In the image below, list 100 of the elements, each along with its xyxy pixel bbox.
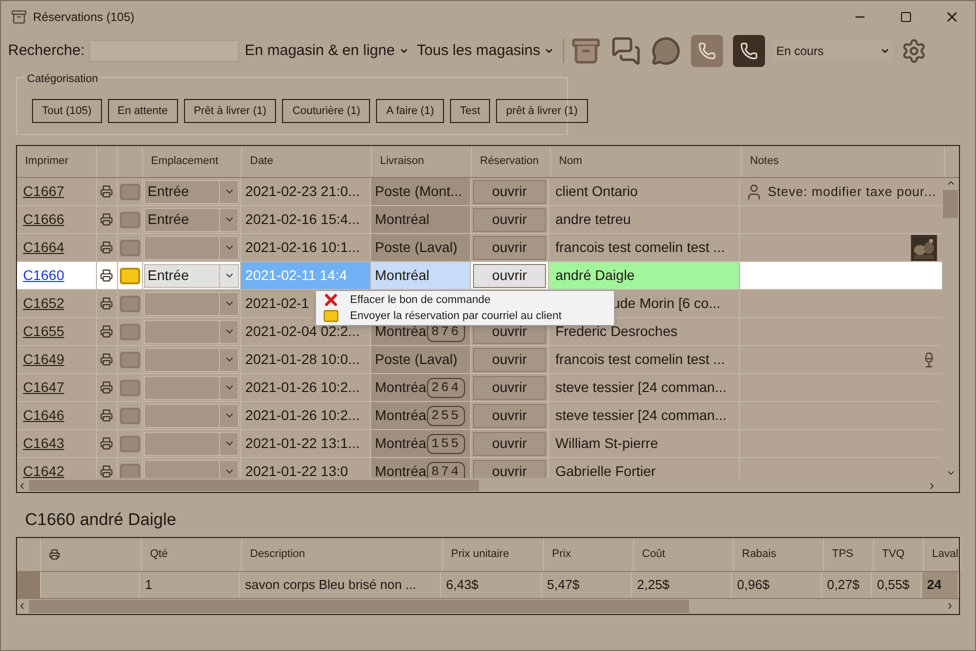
open-button[interactable]: ouvrir <box>472 460 546 478</box>
location-dropdown[interactable]: Entrée <box>144 208 240 232</box>
open-button[interactable]: ouvrir <box>472 264 546 288</box>
store-menu[interactable]: Tous les magasins <box>414 40 556 62</box>
window-title: Réservations (105) <box>33 9 134 26</box>
table-row[interactable]: C1647 2021-01-26 10:2... Montréa 264 ouvrir steve tessier [24 comman... <box>17 374 942 402</box>
category-button[interactable]: Prêt à livrer (1) <box>184 99 276 123</box>
printer-icon[interactable] <box>100 437 114 450</box>
table-row[interactable]: C1646 2021-01-26 10:2... Montréa 255 ouvrir steve tessier [24 comman... <box>17 402 942 430</box>
column-header: Nom <box>551 146 742 177</box>
printer-icon[interactable] <box>100 185 114 198</box>
printer-icon[interactable] <box>100 465 114 478</box>
order-link[interactable]: C1643 <box>23 433 64 454</box>
delivery-cell-text: Poste (Laval) <box>374 238 458 257</box>
delivery-cell-text: Montréa <box>374 378 426 397</box>
order-link[interactable]: C1667 <box>23 181 64 202</box>
printer-icon[interactable] <box>100 269 114 282</box>
category-button[interactable]: En attente <box>108 99 178 123</box>
location-dropdown[interactable]: Entrée <box>144 264 240 288</box>
table-row[interactable]: C1643 2021-01-22 13:1... Montréa 155 ouvrir William St-pierre <box>17 430 942 458</box>
channel-menu[interactable]: En magasin & en ligne <box>242 40 411 62</box>
name-cell-text: William St-pierre <box>555 434 658 453</box>
caret-icon <box>544 46 554 56</box>
column-header: Laval <box>924 538 961 570</box>
open-button[interactable]: ouvrir <box>472 208 546 232</box>
scrollbar-thumb[interactable] <box>29 600 689 612</box>
search-label: Recherche: <box>8 40 85 61</box>
phone-button[interactable] <box>733 35 766 67</box>
printer-icon[interactable] <box>100 381 114 394</box>
box-icon[interactable] <box>571 36 602 66</box>
location-dropdown[interactable]: Entrée <box>144 180 240 204</box>
date-cell-text: 2021-01-22 13:1... <box>245 434 360 453</box>
table-cell: 6,43$ <box>441 572 542 598</box>
order-link[interactable]: C1647 <box>23 377 64 398</box>
printer-icon[interactable] <box>100 409 114 422</box>
order-link[interactable]: C1655 <box>23 321 64 342</box>
printer-icon[interactable] <box>100 213 114 226</box>
column-header: Notes <box>742 146 945 177</box>
date-cell-text: 2021-02-04 02:2... <box>245 322 360 341</box>
table-row[interactable]: C1667 Entrée 2021-02-23 21:0... Poste (Mont... ouvrir client Ontario Steve: modifier taxe pour... <box>17 178 942 206</box>
order-link[interactable]: C1664 <box>23 237 64 258</box>
maximize-icon[interactable] <box>900 11 912 23</box>
printer-icon[interactable] <box>100 353 114 366</box>
column-header: TVQ <box>874 538 924 570</box>
count-badge: 155 <box>427 434 465 454</box>
date-cell-text: 2021-01-22 13:0 <box>245 462 348 478</box>
date-cell-text: 2021-01-26 10:2... <box>245 378 360 397</box>
detail-title: C1660 andré Daigle <box>25 509 178 531</box>
status-select[interactable]: En cours <box>773 40 894 62</box>
order-link[interactable]: C1660 <box>23 265 64 286</box>
delivery-cell-text: Poste (Laval) <box>374 350 458 369</box>
name-cell-text: Frederic Desroches <box>555 322 678 341</box>
caret-icon <box>880 46 890 56</box>
printer-icon[interactable] <box>100 325 114 338</box>
table-cell: 0,27$ <box>822 572 872 598</box>
table-row[interactable]: C1649 2021-01-28 10:0... Poste (Laval) ouvrir francois test comelin test ... <box>17 346 942 374</box>
scrollbar-thumb[interactable] <box>29 480 479 491</box>
name-cell-text: steve tessier [24 comman... <box>555 378 727 397</box>
open-button[interactable]: ouvrir <box>472 404 546 428</box>
date-cell-text: 2021-02-16 15:4... <box>245 210 360 229</box>
phone-icon <box>698 42 716 60</box>
order-link[interactable]: C1666 <box>23 209 64 230</box>
category-button[interactable]: A faire (1) <box>376 99 444 123</box>
delivery-cell-text: Montréa <box>374 462 426 478</box>
open-button[interactable]: ouvrir <box>472 376 546 400</box>
order-link[interactable]: C1652 <box>23 293 64 314</box>
speech-bubble-icon[interactable] <box>651 36 682 66</box>
menu-item[interactable]: Effacer le bon de commande <box>316 292 614 308</box>
open-button[interactable]: ouvrir <box>472 348 546 372</box>
category-button[interactable]: prêt à livrer (1) <box>496 99 588 123</box>
category-button[interactable]: Couturière (1) <box>282 99 370 123</box>
delivery-cell-text: Montréal <box>374 210 430 229</box>
order-link[interactable]: C1649 <box>23 349 64 370</box>
open-button[interactable]: ouvrir <box>472 432 546 456</box>
order-link[interactable]: C1646 <box>23 405 64 426</box>
open-button[interactable]: ouvrir <box>472 180 546 204</box>
category-button[interactable]: Tout (105) <box>32 99 102 123</box>
table-row[interactable]: C1666 Entrée 2021-02-16 15:4... Montréal ouvrir andre tetreu <box>17 206 942 234</box>
table-row[interactable]: C1660 Entrée 2021-02-11 14:4 Montréal ouvrir andré Daigle <box>17 262 942 290</box>
category-button[interactable]: Test <box>450 99 490 123</box>
open-button[interactable]: ouvrir <box>472 236 546 260</box>
printer-icon <box>49 548 60 560</box>
column-header: Prix <box>544 538 634 570</box>
table-cell: 1 <box>140 572 240 598</box>
scrollbar-thumb[interactable] <box>943 190 958 218</box>
name-cell-text: client Ontario <box>555 182 638 201</box>
printer-icon[interactable] <box>100 241 114 254</box>
column-header: Emplacement <box>143 146 242 177</box>
printer-icon[interactable] <box>100 297 114 310</box>
settings-icon[interactable] <box>901 38 928 64</box>
delivery-cell-text: Montréal <box>374 266 430 285</box>
column-header: Coût <box>634 538 734 570</box>
name-cell-text: andre tetreu <box>555 210 631 229</box>
name-cell-text: francois test comelin test ... <box>555 350 725 369</box>
chat-icon[interactable] <box>611 36 642 66</box>
column-header: Imprimer <box>17 146 97 177</box>
table-cell: savon corps Bleu brisé non ... <box>240 572 441 598</box>
table-row[interactable]: C1664 2021-02-16 10:1... Poste (Laval) ouvrir francois test comelin test ... <box>17 234 942 262</box>
date-cell-text: 2021-02-23 21:0... <box>245 182 360 201</box>
order-link[interactable]: C1642 <box>23 461 64 478</box>
